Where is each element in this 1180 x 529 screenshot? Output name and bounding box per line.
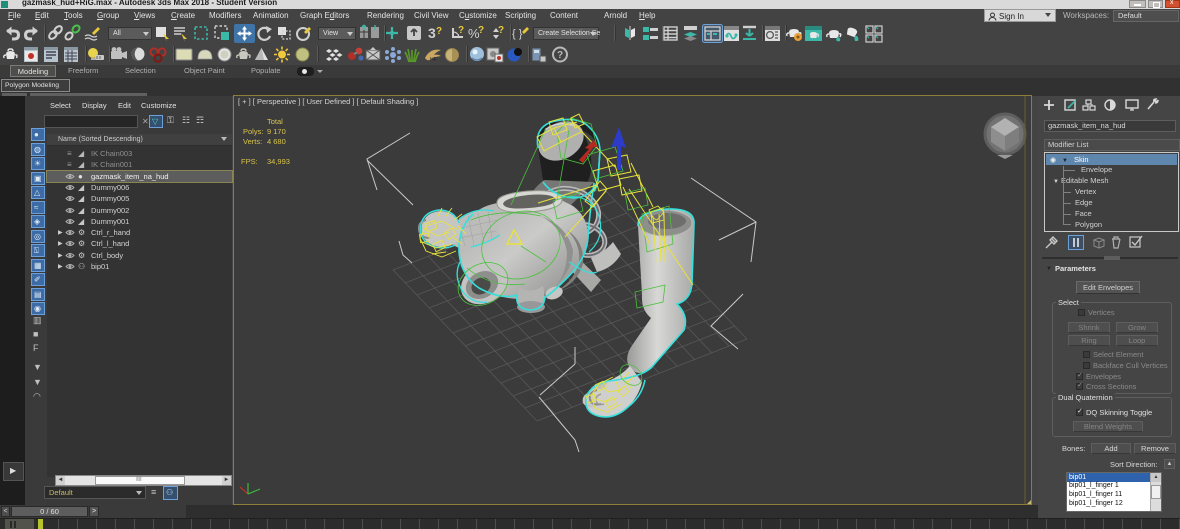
svg-text:FPS:: FPS:: [241, 157, 258, 166]
svg-text:{ }: { }: [512, 28, 523, 40]
svg-text:[ + ] [ Perspective ] [ User D: [ + ] [ Perspective ] [ User Defined ] […: [238, 97, 418, 106]
svg-text:?: ?: [557, 50, 563, 61]
svg-text:9 170: 9 170: [267, 127, 286, 136]
svg-text:Polys:: Polys:: [243, 127, 263, 136]
svg-text:Total: Total: [267, 117, 283, 126]
svg-text:4 680: 4 680: [267, 137, 286, 146]
svg-text:Verts:: Verts:: [243, 137, 262, 146]
svg-text:?: ?: [498, 25, 504, 36]
svg-text:?: ?: [478, 25, 484, 36]
svg-text:HF: HF: [430, 57, 437, 63]
svg-text:?: ?: [436, 26, 442, 37]
svg-text:3: 3: [428, 25, 436, 41]
svg-text:?: ?: [458, 25, 464, 36]
svg-text:34,993: 34,993: [267, 157, 290, 166]
